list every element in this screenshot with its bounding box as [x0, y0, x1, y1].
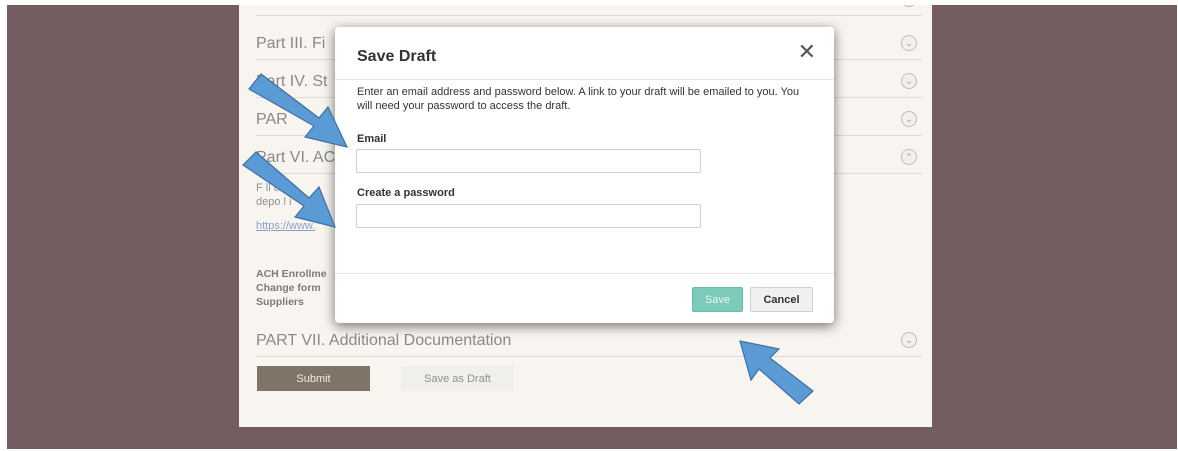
page-backdrop: ⌄ Part III. Fi ⌄ Part IV. St ⌄ PAR ⌄ Par… — [7, 5, 1177, 449]
arrow-to-password-icon — [242, 151, 336, 228]
annotation-arrows — [242, 73, 814, 405]
arrow-to-email-icon — [248, 73, 349, 148]
arrow-to-save-icon — [739, 340, 814, 405]
